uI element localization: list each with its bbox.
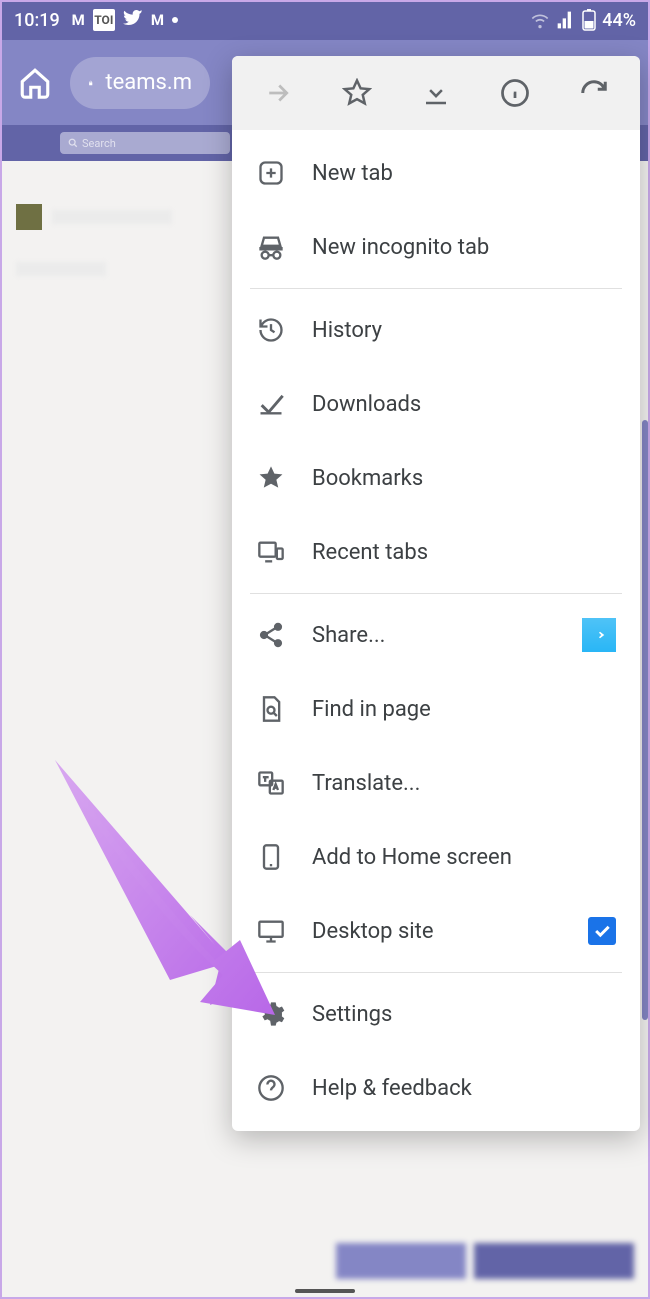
toi-icon: TOI: [93, 9, 115, 31]
url-text: teams.m: [105, 70, 192, 95]
menu-label: Help & feedback: [312, 1076, 616, 1101]
menu-label: Settings: [312, 1002, 616, 1027]
menu-label: Bookmarks: [312, 466, 616, 491]
menu-divider: [250, 593, 622, 594]
desktop-site-checkbox[interactable]: [588, 917, 616, 945]
share-target-icon: [582, 618, 616, 652]
menu-item-help[interactable]: Help & feedback: [232, 1051, 640, 1125]
info-button[interactable]: [491, 69, 539, 117]
lock-icon: [88, 73, 93, 93]
menu-item-find[interactable]: Find in page: [232, 672, 640, 746]
download-button[interactable]: [412, 69, 460, 117]
bookmark-button[interactable]: [333, 69, 381, 117]
menu-label: Downloads: [312, 392, 616, 417]
history-icon: [256, 316, 286, 344]
m-icon: M: [72, 11, 85, 29]
twitter-icon: [123, 10, 143, 30]
menu-item-incognito[interactable]: New incognito tab: [232, 210, 640, 284]
menu-label: New incognito tab: [312, 235, 616, 260]
menu-label: Add to Home screen: [312, 845, 616, 870]
status-app-icons: M TOI M: [72, 9, 178, 31]
translate-icon: [256, 769, 286, 797]
menu-label: Desktop site: [312, 919, 562, 944]
url-bar[interactable]: teams.m: [70, 57, 210, 109]
menu-label: Translate...: [312, 771, 616, 796]
menu-divider: [250, 288, 622, 289]
phone-icon: [256, 843, 286, 871]
menu-item-desktop-site[interactable]: Desktop site: [232, 894, 640, 968]
chrome-overflow-menu: New tab New incognito tab History Downlo…: [232, 56, 640, 1131]
menu-item-bookmarks[interactable]: Bookmarks: [232, 441, 640, 515]
devices-icon: [256, 538, 286, 566]
menu-item-translate[interactable]: Translate...: [232, 746, 640, 820]
more-notifications-dot: [172, 17, 178, 23]
menu-item-new-tab[interactable]: New tab: [232, 136, 640, 210]
search-icon: [68, 138, 78, 148]
menu-item-settings[interactable]: Settings: [232, 977, 640, 1051]
menu-item-recent-tabs[interactable]: Recent tabs: [232, 515, 640, 589]
menu-item-add-home[interactable]: Add to Home screen: [232, 820, 640, 894]
menu-item-downloads[interactable]: Downloads: [232, 367, 640, 441]
menu-item-share[interactable]: Share...: [232, 598, 640, 672]
scrollbar[interactable]: [642, 420, 648, 1020]
share-icon: [256, 621, 286, 649]
reload-button[interactable]: [570, 69, 618, 117]
battery-percent: 44%: [602, 10, 636, 31]
incognito-icon: [256, 233, 286, 261]
gmail-icon: M: [151, 11, 164, 29]
wifi-icon: [530, 10, 550, 30]
plus-square-icon: [256, 159, 286, 187]
teams-search-box[interactable]: Search: [60, 132, 230, 154]
signal-icon: [556, 10, 576, 30]
find-in-page-icon: [256, 695, 286, 723]
menu-label: Share...: [312, 623, 556, 648]
menu-label: Recent tabs: [312, 540, 616, 565]
battery-icon: [582, 9, 596, 31]
menu-label: Find in page: [312, 697, 616, 722]
menu-item-history[interactable]: History: [232, 293, 640, 367]
star-icon: [256, 464, 286, 492]
check-icon: [256, 390, 286, 418]
status-bar: 10:19 M TOI M 44%: [0, 0, 650, 40]
avatar: [16, 204, 42, 230]
gear-icon: [256, 1000, 286, 1028]
teams-search-placeholder: Search: [82, 137, 116, 150]
home-indicator[interactable]: [295, 1289, 355, 1293]
status-time: 10:19: [14, 10, 60, 31]
menu-label: History: [312, 318, 616, 343]
help-icon: [256, 1074, 286, 1102]
menu-label: New tab: [312, 161, 616, 186]
forward-button[interactable]: [254, 69, 302, 117]
desktop-icon: [256, 917, 286, 945]
home-button[interactable]: [18, 66, 52, 100]
menu-divider: [250, 972, 622, 973]
